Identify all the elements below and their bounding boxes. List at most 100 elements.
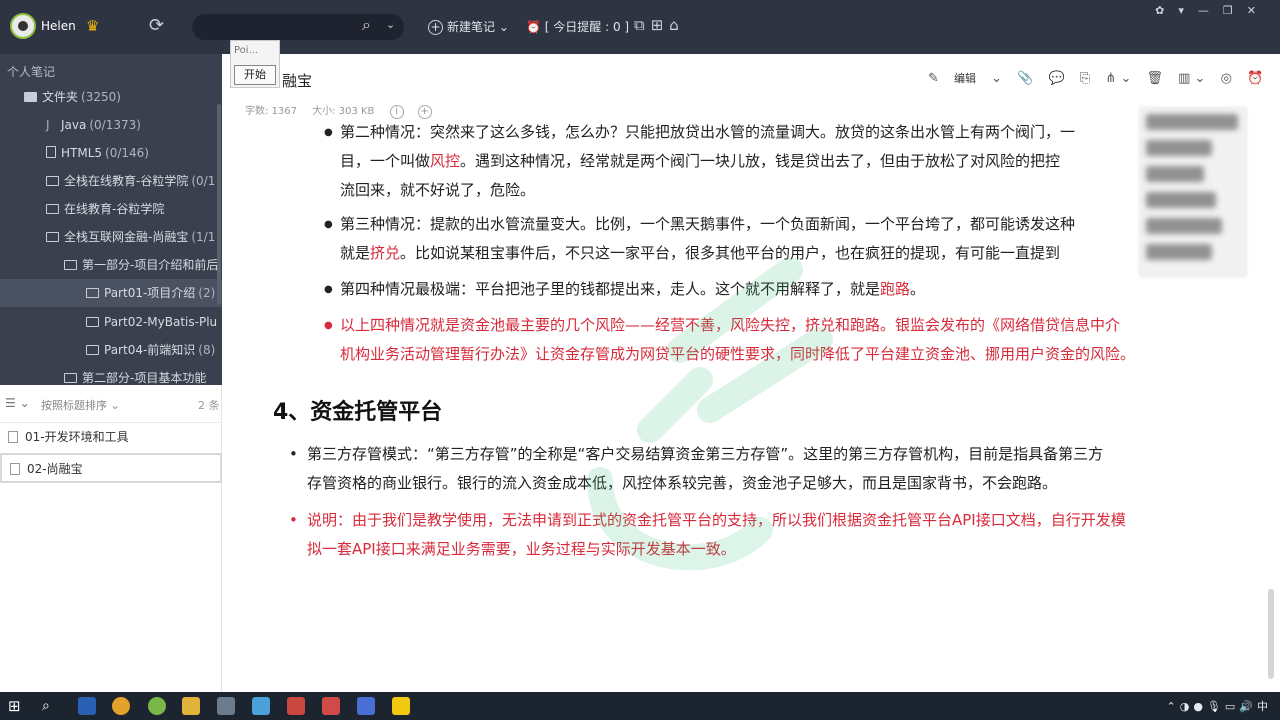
sidebar-item-part1[interactable]: 第一部分-项目介绍和前后 — [64, 251, 218, 279]
start-button[interactable]: 开始 — [234, 65, 276, 85]
plus-icon: + — [428, 20, 443, 35]
folder-icon — [46, 232, 59, 242]
app-icon[interactable] — [322, 697, 340, 715]
minimize-icon[interactable]: — — [1198, 4, 1223, 17]
chevron-up-icon[interactable]: ⌃ — [1166, 700, 1179, 713]
list-item[interactable]: 01-开发环境和工具 — [0, 423, 222, 453]
input-language[interactable]: 中 — [1257, 700, 1272, 713]
bullet: ● — [324, 284, 333, 295]
maximize-icon[interactable]: ❐ — [1223, 4, 1247, 17]
sidebar-item-java[interactable]: J Java (0/1373) — [46, 111, 141, 139]
system-tray: ⌃◑●🎙▭🔊中 — [1166, 698, 1272, 714]
share-icon[interactable]: ⋔ ⌄ — [1105, 71, 1131, 86]
sidebar-item-folders[interactable]: 文件夹 (3250) — [24, 83, 121, 111]
editor-app-icon[interactable] — [287, 697, 305, 715]
file-explorer-icon[interactable] — [182, 697, 200, 715]
outline-item[interactable] — [1146, 114, 1238, 130]
folder-icon — [46, 204, 59, 214]
browser-icon[interactable] — [148, 697, 166, 715]
sync-icon[interactable]: ⟳ — [149, 15, 164, 36]
windows-start-icon[interactable]: ⊞ — [8, 697, 26, 715]
paragraph-third-party: • 第三方存管模式：“第三方存管”的全称是“客户交易结算资金第三方存管”。这里的… — [289, 440, 1103, 498]
toolbar-icons: ⧉⊞⌂ — [634, 16, 685, 34]
section-heading: 4、资金托管平台 — [273, 400, 443, 425]
window-icon[interactable]: ⧉ — [634, 16, 651, 34]
link-icon[interactable]: ⎘ — [1080, 71, 1090, 86]
outline-item[interactable] — [1146, 166, 1204, 182]
note-title[interactable]: 融宝 — [282, 70, 312, 91]
sidebar-item-count: (2) — [198, 286, 216, 300]
skin-icon[interactable]: ✿ — [1155, 4, 1178, 17]
security-icon[interactable]: ◑ — [1180, 700, 1194, 713]
sidebar-item-label: 在线教育-谷粒学院 — [64, 202, 165, 216]
text-span: 。比如说某租宝事件后，不只这一家平台，很多其他平台的用户，也在疯狂的提现，有可能… — [400, 244, 1061, 262]
clock-icon[interactable]: ⏰ — [1247, 71, 1263, 86]
paragraph-3rd-case: ● 第三种情况：提款的出水管流量变大。比例，一个黑天鹅事件，一个负面新闻，一个平… — [324, 210, 1075, 268]
delete-icon[interactable]: 🗑 — [1146, 71, 1163, 86]
outline-item[interactable] — [1146, 218, 1222, 234]
notebook-icon — [46, 146, 56, 158]
window-controls: ✿▾—❐✕ — [1155, 4, 1270, 17]
close-icon[interactable]: ✕ — [1247, 4, 1270, 17]
home-icon[interactable]: ⌂ — [669, 16, 685, 34]
app-icon[interactable] — [357, 697, 375, 715]
new-note-button[interactable]: + 新建笔记 ⌄ — [428, 18, 509, 35]
sidebar-item-part04[interactable]: Part04-前端知识 (8) — [86, 336, 215, 364]
outline-item[interactable] — [1146, 140, 1212, 156]
sidebar-item-label: Part04-前端知识 — [104, 343, 196, 357]
list-item[interactable]: 02-尚融宝 — [0, 453, 222, 483]
note-editor[interactable]: 融宝 字数: 1367 大小: 303 KB i + ✎ 编辑 ⌄ 📎 💬 ⎘ ⋔… — [222, 54, 1280, 692]
sidebar-item-guli-fullstack[interactable]: 全栈在线教育-谷粒学院 (0/1 — [46, 167, 215, 195]
outline-item[interactable] — [1146, 244, 1212, 260]
sidebar-item-shangrongbao[interactable]: 全栈互联网金融-尚融宝 (1/1 — [46, 223, 215, 251]
sidebar-scrollbar[interactable] — [217, 104, 221, 304]
username[interactable]: Helen — [41, 19, 76, 33]
sidebar-item-label: Part02-MyBatis-Plu — [104, 315, 218, 329]
chrome-icon[interactable] — [112, 697, 130, 715]
volume-icon[interactable]: 🔊 — [1239, 700, 1257, 713]
sidebar-item-html5[interactable]: HTML5 (0/146) — [46, 139, 149, 167]
folder-icon — [24, 92, 37, 102]
bullet: ● — [324, 127, 333, 138]
sidebar-item-count: (0/146) — [105, 146, 149, 160]
top-bar: Helen ♛ ⟳ ⌕ ⌄ + 新建笔记 ⌄ ⏰ [ 今日提醒 : 0 ] ⧉⊞⌂… — [0, 0, 1280, 54]
sidebar-item-part2[interactable]: 第二部分-项目基本功能 — [64, 364, 206, 385]
network-icon[interactable]: ▭ — [1225, 700, 1239, 713]
grid-icon[interactable]: ⊞ — [651, 16, 670, 34]
text-line: 拟一套API接口来满足业务需要，业务过程与实际开发基本一致。 — [307, 540, 736, 558]
word-icon[interactable] — [78, 697, 96, 715]
wechat-icon[interactable]: ● — [1193, 700, 1207, 713]
sidebar-item-count: (3250) — [81, 90, 121, 104]
pencil-icon: ✎ — [928, 71, 939, 86]
search-icon[interactable]: ⌕ — [42, 697, 60, 715]
highlight-text: 挤兑 — [370, 244, 401, 262]
book-icon[interactable]: ▥ ⌄ — [1178, 71, 1205, 86]
info-icon[interactable]: i — [389, 105, 404, 119]
editor-scrollbar[interactable] — [1268, 589, 1274, 679]
sort-dropdown[interactable]: 按照标题排序 ⌄ — [41, 397, 120, 413]
sort-bar: ☰ ⌄ 按照标题排序 ⌄ 2 条 — [0, 385, 222, 423]
weibo-icon[interactable]: ◎ — [1221, 71, 1232, 86]
avatar[interactable] — [10, 13, 36, 39]
comment-icon[interactable]: 💬 — [1049, 71, 1065, 86]
add-icon[interactable]: + — [417, 105, 432, 119]
menu-icon[interactable]: ▾ — [1178, 4, 1198, 17]
search-icon[interactable]: ⌕ — [362, 15, 371, 35]
search-input[interactable] — [192, 14, 404, 40]
sticky-notes-icon[interactable] — [392, 697, 410, 715]
text-line: 流回来，就不好说了，危险。 — [340, 181, 536, 199]
app-icon[interactable] — [217, 697, 235, 715]
sidebar-item-part02[interactable]: Part02-MyBatis-Plu — [86, 308, 217, 336]
outline-item[interactable] — [1146, 192, 1216, 208]
text-line: 目，一个叫做风控。遇到这种情况，经常就是两个阀门一块儿放，钱是贷出去了，但由于放… — [340, 147, 1075, 176]
reminder-button[interactable]: ⏰ [ 今日提醒 : 0 ] — [526, 18, 629, 35]
list-icon[interactable]: ☰ ⌄ — [5, 396, 30, 410]
notes-app-icon[interactable] — [252, 697, 270, 715]
microphone-icon[interactable]: 🎙 — [1207, 700, 1225, 713]
sidebar-item-part01[interactable]: Part01-项目介绍 (2) — [0, 279, 222, 307]
sidebar-item-guli[interactable]: 在线教育-谷粒学院 — [46, 195, 164, 223]
sidebar-item-label: 第一部分-项目介绍和前后 — [82, 258, 219, 272]
attachment-icon[interactable]: 📎 — [1017, 71, 1033, 86]
edit-button[interactable]: ✎ 编辑 ⌄ — [928, 71, 1002, 86]
chevron-down-icon[interactable]: ⌄ — [386, 18, 395, 31]
